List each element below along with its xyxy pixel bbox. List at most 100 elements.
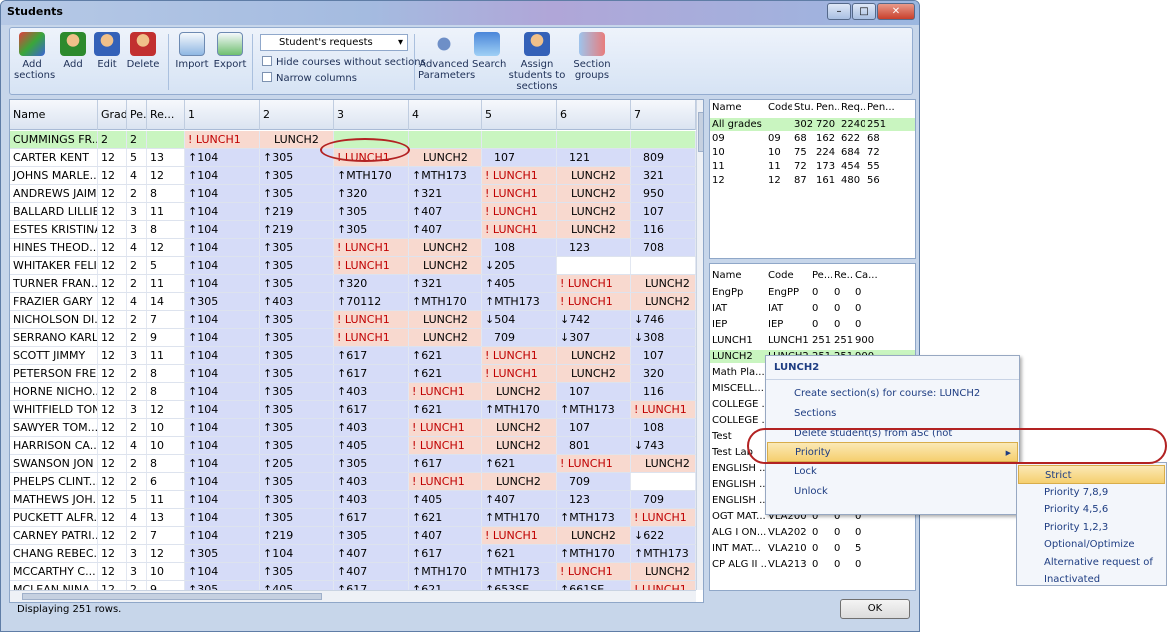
request-cell[interactable]: ↑617 [409, 455, 482, 472]
list-item[interactable]: IEP IEP 0 0 0 [710, 318, 915, 331]
request-cell[interactable]: ↑104 [185, 149, 260, 166]
import-button[interactable]: Import [174, 32, 210, 70]
request-cell[interactable]: ↑305 [260, 257, 334, 274]
request-cell[interactable]: 108 [631, 419, 696, 436]
request-cell[interactable]: ↓307 [557, 329, 631, 346]
scroll-thumb[interactable] [698, 112, 703, 152]
request-cell[interactable]: ↑305 [260, 419, 334, 436]
scroll-thumb[interactable] [22, 593, 322, 600]
request-cell[interactable]: ↑407 [409, 221, 482, 238]
request-cell[interactable]: 123 [557, 239, 631, 256]
request-cell[interactable]: 121 [557, 149, 631, 166]
request-view-select[interactable]: Student's requests ▾ [260, 34, 408, 51]
priority-option[interactable]: Priority 4,5,6 [1018, 500, 1165, 519]
request-cell[interactable]: ↑320 [334, 275, 409, 292]
request-cell[interactable]: 809 [631, 149, 696, 166]
grid-column-header[interactable]: 5 [482, 100, 557, 130]
request-cell[interactable]: ↑MTH170 [409, 293, 482, 310]
request-cell[interactable]: ↑MTH173 [409, 167, 482, 184]
table-row[interactable]: PUCKETT ALFR... 12 4 13 ↑104 ↑305 ↑617 ↑621 ↑MTH… [10, 509, 696, 527]
request-cell[interactable]: ↑617 [334, 401, 409, 418]
hide-courses-checkbox[interactable]: Hide courses without sections [262, 56, 426, 68]
table-row[interactable]: NICHOLSON DI... 12 2 7 ↑104 ↑305! LUNCH1 LUNCH… [10, 311, 696, 329]
request-cell[interactable]: ↑104 [185, 455, 260, 472]
list-item[interactable]: LUNCH1 LUNCH1 251 251 900 [710, 334, 915, 347]
request-cell[interactable]: 320 [631, 365, 696, 382]
request-cell[interactable]: 107 [631, 347, 696, 364]
request-cell[interactable]: ↑617 [334, 509, 409, 526]
courses-column-header[interactable]: Pe... [810, 268, 832, 284]
request-cell[interactable]: LUNCH2 [631, 293, 696, 310]
request-cell[interactable]: ↑104 [185, 365, 260, 382]
table-row[interactable]: HORNE NICHO... 12 2 8 ↑104 ↑305 ↑403! LUNCH1 LU… [10, 383, 696, 401]
request-cell[interactable]: LUNCH2 [631, 455, 696, 472]
list-item[interactable]: CP ALG II ... VLA213 0 0 0 [710, 558, 915, 571]
request-cell[interactable]: ↑305 [260, 275, 334, 292]
section-groups-button[interactable]: Section groups [572, 32, 612, 81]
request-cell[interactable]: ↑305 [260, 563, 334, 580]
request-cell[interactable]: 709 [482, 329, 557, 346]
request-cell[interactable]: ↑104 [185, 437, 260, 454]
context-menu-item[interactable]: Lock [767, 462, 1018, 482]
request-cell[interactable]: ↑104 [185, 419, 260, 436]
request-cell[interactable]: ↑104 [185, 275, 260, 292]
request-cell[interactable]: ↑104 [185, 257, 260, 274]
request-cell[interactable]: ↑104 [185, 329, 260, 346]
request-cell[interactable]: ↑104 [185, 383, 260, 400]
grid-column-header[interactable]: Name [10, 100, 98, 130]
request-cell[interactable]: ! LUNCH1 [334, 311, 409, 328]
request-cell[interactable]: ↑MTH170 [557, 545, 631, 562]
request-cell[interactable]: LUNCH2 [409, 239, 482, 256]
delete-button[interactable]: Delete [126, 32, 160, 70]
table-row[interactable]: HINES THEOD... 12 4 12 ↑104 ↑305! LUNCH1 LUNCH… [10, 239, 696, 257]
request-cell[interactable]: ↑305 [260, 311, 334, 328]
grid-column-header[interactable]: 4 [409, 100, 482, 130]
table-row[interactable]: BALLARD LILLIE 12 3 11 ↑104 ↑219 ↑305 ↑407! LUN… [10, 203, 696, 221]
list-item[interactable]: All grades 302 720 2240 251 [710, 118, 915, 131]
request-cell[interactable]: ↑219 [260, 527, 334, 544]
request-cell[interactable]: ↑104 [185, 203, 260, 220]
priority-option[interactable]: Optional/Optimize [1018, 535, 1165, 554]
table-row[interactable]: SERRANO KARL 12 2 9 ↑104 ↑305! LUNCH1 LUNCH2 70… [10, 329, 696, 347]
list-item[interactable]: 12 12 87 161 480 56 [710, 174, 915, 187]
request-cell[interactable]: ↑219 [260, 203, 334, 220]
priority-option[interactable]: Strict [1018, 465, 1165, 484]
request-cell[interactable]: ↑305 [334, 455, 409, 472]
students-grid[interactable]: NameGradePe...Re...1234567 CUMMINGS FR..… [9, 99, 704, 603]
request-cell[interactable]: 108 [482, 239, 557, 256]
request-cell[interactable]: ↑305 [260, 329, 334, 346]
request-cell[interactable]: ↑405 [482, 275, 557, 292]
request-cell[interactable]: ↑MTH173 [631, 545, 696, 562]
request-cell[interactable]: LUNCH2 [557, 185, 631, 202]
request-cell[interactable]: ! LUNCH1 [409, 437, 482, 454]
request-cell[interactable]: ! LUNCH1 [631, 401, 696, 418]
request-cell[interactable] [631, 473, 696, 490]
request-cell[interactable]: ↓205 [482, 257, 557, 274]
table-row[interactable]: JOHNS MARLE... 12 4 12 ↑104 ↑305 ↑MTH170 ↑MTH17… [10, 167, 696, 185]
table-row[interactable]: SCOTT JIMMY 12 3 11 ↑104 ↑305 ↑617 ↑621! LUNCH1… [10, 347, 696, 365]
request-cell[interactable]: ↑104 [185, 527, 260, 544]
grades-column-header[interactable]: Stu... [792, 100, 814, 116]
request-cell[interactable]: ↑104 [260, 545, 334, 562]
request-cell[interactable]: ! LUNCH1 [557, 293, 631, 310]
request-cell[interactable]: ↑321 [409, 185, 482, 202]
request-cell[interactable]: ↑407 [334, 563, 409, 580]
request-cell[interactable]: ! LUNCH1 [482, 365, 557, 382]
request-cell[interactable]: ! LUNCH1 [557, 275, 631, 292]
request-cell[interactable]: LUNCH2 [557, 527, 631, 544]
table-row[interactable]: MATHEWS JOH... 12 5 11 ↑104 ↑305 ↑403 ↑405 ↑407 1… [10, 491, 696, 509]
request-cell[interactable]: 107 [557, 383, 631, 400]
request-cell[interactable]: ↑305 [185, 545, 260, 562]
grades-list[interactable]: NameCodeStu...Pen...Req...Pen...All grad… [709, 99, 916, 259]
request-cell[interactable]: ↑104 [185, 221, 260, 238]
grid-column-header[interactable]: 6 [557, 100, 631, 130]
request-cell[interactable]: ! LUNCH1 [482, 203, 557, 220]
courses-column-header[interactable]: Name [710, 268, 766, 284]
request-cell[interactable]: LUNCH2 [482, 437, 557, 454]
request-cell[interactable]: ↑405 [409, 491, 482, 508]
request-cell[interactable]: ! LUNCH1 [334, 239, 409, 256]
courses-column-header[interactable]: Re... [832, 268, 853, 284]
request-cell[interactable]: ↑621 [482, 545, 557, 562]
request-cell[interactable]: LUNCH2 [409, 311, 482, 328]
request-cell[interactable]: 321 [631, 167, 696, 184]
